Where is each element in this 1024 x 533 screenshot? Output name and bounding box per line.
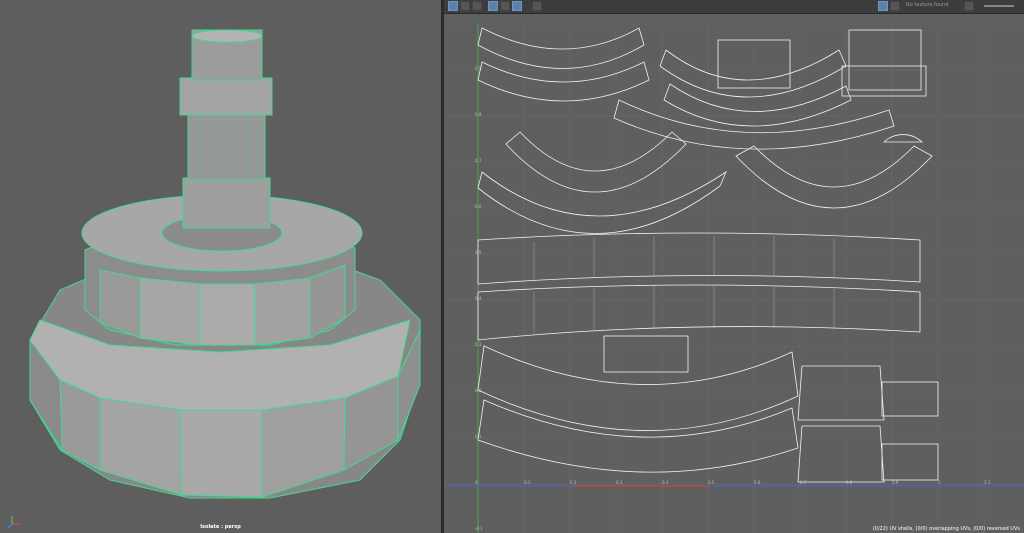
v-tick-11: -0.1 xyxy=(475,526,483,531)
v-tick-3: 0.7 xyxy=(475,158,482,163)
u-tick-9: 0.9 xyxy=(892,480,899,485)
v-tick-5: 0.5 xyxy=(475,250,482,255)
uv-status-bar: (0/22) UV shells, (0/0) overlapping UVs,… xyxy=(872,526,1020,532)
u-tick-6: 0.6 xyxy=(754,480,761,485)
viewport-camera-label: Isolate : persp xyxy=(200,524,241,530)
v-tick-2: 0.8 xyxy=(475,112,482,117)
model-wireframe[interactable] xyxy=(0,0,441,533)
u-tick-1: 0.1 xyxy=(524,480,531,485)
u-tick-3: 0.3 xyxy=(616,480,623,485)
uv-editor-pane[interactable]: No texture found 0.1 0.2 0.3 0.4 0.5 0.6… xyxy=(444,0,1024,533)
u-tick-5: 0.5 xyxy=(708,480,715,485)
u-tick-8: 0.8 xyxy=(846,480,853,485)
u-tick-7: 0.7 xyxy=(800,480,807,485)
u-tick-4: 0.4 xyxy=(662,480,669,485)
u-tick-11: 1.1 xyxy=(984,480,991,485)
u-tick-2: 0.2 xyxy=(570,480,577,485)
v-tick-6: 0.4 xyxy=(475,296,482,301)
v-tick-4: 0.6 xyxy=(475,204,482,209)
uv-grid-canvas[interactable]: 0.1 0.2 0.3 0.4 0.5 0.6 0.7 0.8 0.9 1 1.… xyxy=(444,0,1024,533)
v-tick-7: 0.3 xyxy=(475,342,482,347)
perspective-viewport[interactable]: Isolate : persp xyxy=(0,0,441,533)
